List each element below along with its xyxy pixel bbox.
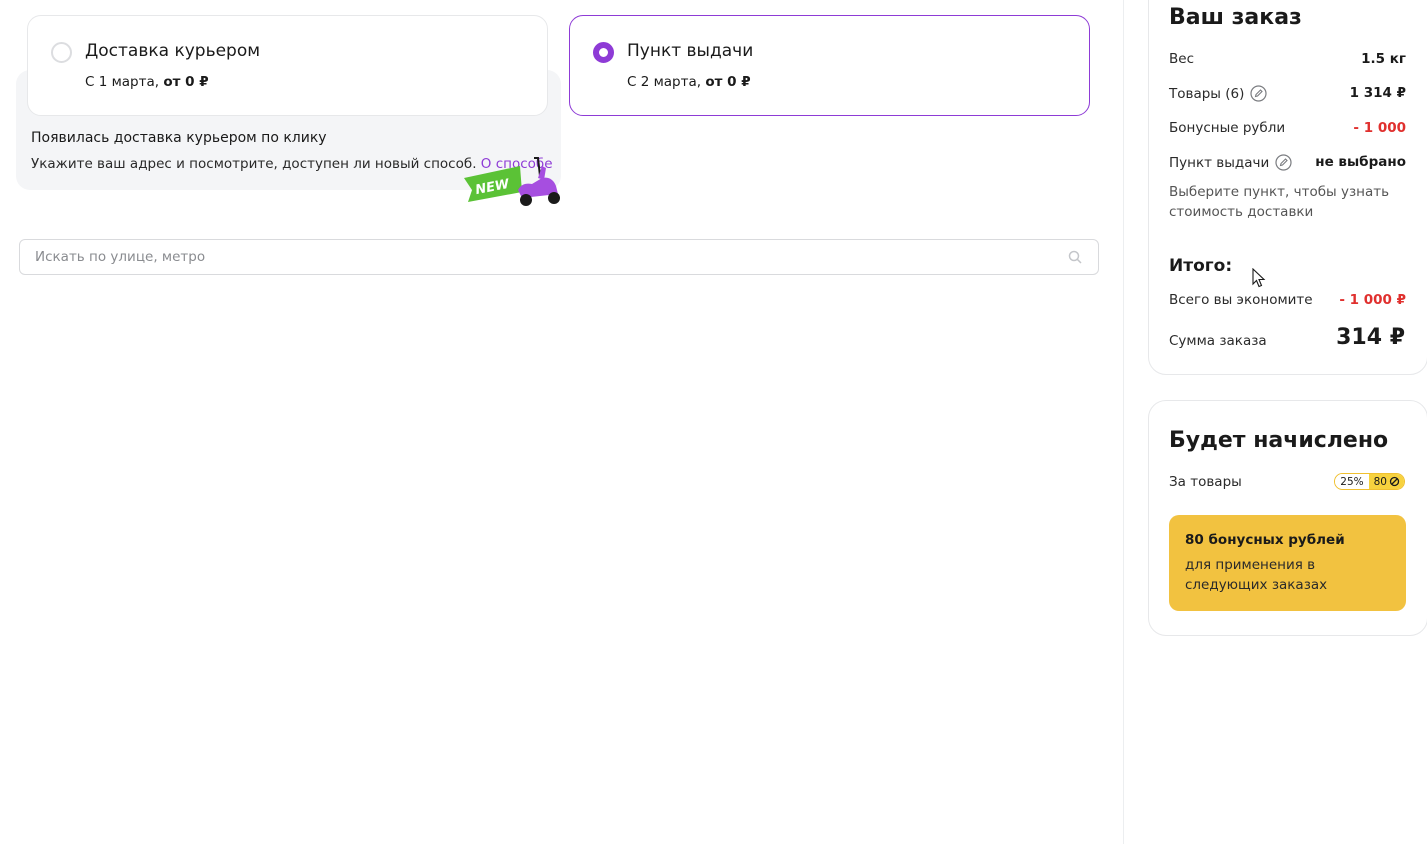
pickup-date: С 2 марта, [627,74,702,90]
bonus-accrual-card: Будет начислено За товары 25% 80 80 бону… [1148,400,1427,636]
pickup-point-label: Пункт выдачи [1169,154,1270,171]
bonus-box-title: 80 бонусных рублей [1185,532,1345,548]
edit-goods-icon[interactable] [1250,85,1267,102]
address-search-input[interactable] [20,240,1060,274]
pickup-radio[interactable] [593,42,614,63]
bonus-box-text: для применения в следующих заказах [1185,557,1328,593]
mouse-cursor-icon [1252,268,1266,288]
pickup-option-terms: С 2 марта, от 0 ₽ [627,74,751,90]
order-sum-label: Сумма заказа [1169,333,1267,349]
address-search-box [19,239,1099,275]
pickup-point-option[interactable]: Пункт выдачи С 2 марта, от 0 ₽ [569,15,1090,116]
courier-price: от 0 ₽ [163,74,209,90]
bonus-badge: 25% 80 [1334,473,1405,490]
bonus-accrual-title: Будет начислено [1169,428,1389,453]
bonus-goods-label: За товары [1169,474,1242,490]
banner-title: Появилась доставка курьером по клику [31,130,327,146]
scooter-icon [518,157,560,206]
order-summary-card: Ваш заказ Вес 1.5 кг Товары (6) 1 314 ₽ … [1148,0,1427,375]
savings-label: Всего вы экономите [1169,292,1313,308]
order-sum-value: 314 ₽ [1336,325,1405,350]
courier-option-title: Доставка курьером [85,41,261,61]
bonus-rubles-value: - 1 000 [1353,120,1406,136]
pickup-label-wrap: Пункт выдачи [1169,154,1292,171]
total-title: Итого: [1169,256,1233,276]
weight-value: 1.5 кг [1361,51,1406,67]
pickup-hint: Выберите пункт, чтобы узнать стоимость д… [1169,184,1390,220]
goods-value: 1 314 ₽ [1349,85,1406,101]
pickup-option-title: Пункт выдачи [627,41,754,61]
bonus-amount: 80 [1373,475,1387,488]
courier-delivery-option[interactable]: Доставка курьером С 1 марта, от 0 ₽ [27,15,548,116]
sidebar-divider [1123,0,1124,844]
bonus-percent: 25% [1335,474,1369,489]
goods-label: Товары (6) [1169,85,1245,102]
weight-label: Вес [1169,51,1194,67]
delivery-section: Появилась доставка курьером по клику Ука… [0,0,1123,844]
bonus-rubles-label: Бонусные рубли [1169,120,1286,136]
pickup-point-value: не выбрано [1315,154,1406,170]
order-summary-title: Ваш заказ [1169,5,1302,30]
goods-label-wrap: Товары (6) [1169,85,1267,102]
bonus-amount-wrap: 80 [1368,474,1404,489]
bonus-coin-icon [1389,476,1400,487]
courier-radio[interactable] [51,42,72,63]
courier-option-terms: С 1 марта, от 0 ₽ [85,74,209,90]
scooter-new-illustration: NEW [464,157,560,206]
search-icon[interactable] [1068,250,1082,264]
courier-date: С 1 марта, [85,74,160,90]
pickup-price: от 0 ₽ [705,74,751,90]
savings-value: - 1 000 ₽ [1339,292,1406,308]
edit-pickup-icon[interactable] [1275,154,1292,171]
banner-description: Укажите ваш адрес и посмотрите, доступен… [31,156,477,172]
bonus-info-box: 80 бонусных рублей для применения в след… [1169,515,1406,611]
